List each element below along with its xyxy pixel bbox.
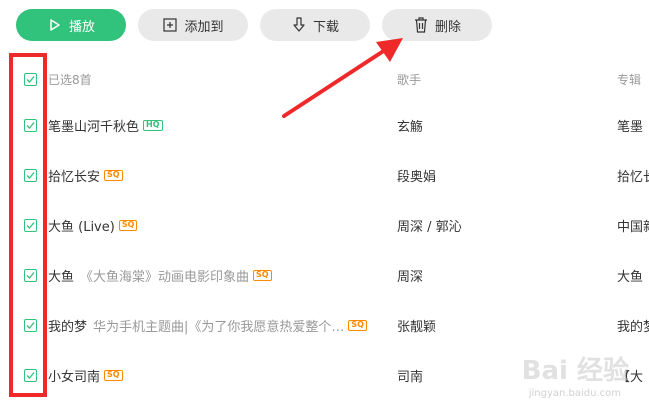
song-title-cell: 大鱼 (Live) SQ xyxy=(48,200,378,250)
toolbar: 播放 添加到 下载 删除 xyxy=(0,0,649,50)
delete-button[interactable]: 删除 xyxy=(382,9,492,41)
play-icon xyxy=(47,17,63,33)
song-title[interactable]: 小女司南 xyxy=(48,366,100,385)
plus-square-icon xyxy=(162,17,178,33)
quality-badge: HQ xyxy=(143,119,163,131)
album[interactable]: 笔墨 xyxy=(617,100,649,150)
table-row[interactable]: 大鱼 《大鱼海棠》动画电影印象曲 SQ 周深 大鱼 xyxy=(0,250,649,300)
song-subtitle: 《大鱼海棠》动画电影印象曲 xyxy=(80,269,250,285)
table-row[interactable]: 大鱼 (Live)SQ 周深 / 郭沁中国新 xyxy=(0,200,649,250)
album[interactable]: 大鱼 xyxy=(617,250,649,300)
singer[interactable]: 张靓颖 xyxy=(397,300,597,350)
singer[interactable]: 玄觞 xyxy=(397,100,597,150)
album[interactable]: 中国新 xyxy=(617,200,649,250)
song-title-cell: 拾忆长安 SQ xyxy=(48,150,378,200)
album[interactable]: 拾忆长 xyxy=(617,150,649,200)
annotation-box xyxy=(9,53,47,397)
album-column-header: 专辑 xyxy=(617,72,642,87)
table-row[interactable]: 拾忆长安 SQ 段奥娟拾忆长 xyxy=(0,150,649,200)
song-title[interactable]: 拾忆长安 xyxy=(48,166,100,185)
song-title[interactable]: 我的梦 xyxy=(48,316,87,335)
song-title-cell: 笔墨山河千秋色 HQ xyxy=(48,100,378,150)
song-subtitle: 华为手机主题曲|《为了你我愿意热爱整个… xyxy=(93,319,345,335)
song-title[interactable]: 大鱼 xyxy=(48,266,74,285)
watermark-url: jingyan.baidu.com xyxy=(528,388,621,399)
add-to-label: 添加到 xyxy=(184,19,224,35)
add-to-button[interactable]: 添加到 xyxy=(138,9,248,41)
download-icon xyxy=(291,17,307,33)
download-label: 下载 xyxy=(312,19,339,35)
list-header: 已选8首 歌手 专辑 xyxy=(0,63,649,95)
table-row[interactable]: 笔墨山河千秋色 HQ 玄觞 笔墨 xyxy=(0,100,649,150)
song-title-cell: 大鱼 《大鱼海棠》动画电影印象曲 SQ xyxy=(48,250,378,300)
table-row[interactable]: 我的梦华为手机主题曲|《为了你我愿意热爱整个…SQ张靓颖我的梦 xyxy=(0,300,649,350)
quality-badge: SQ xyxy=(118,219,138,231)
quality-badge: SQ xyxy=(253,269,272,281)
watermark-logo: Bai 经验 xyxy=(521,356,629,386)
song-title[interactable]: 大鱼 (Live) xyxy=(48,216,115,235)
play-label: 播放 xyxy=(68,19,95,35)
selected-count: 已选8首 xyxy=(48,72,92,87)
trash-icon xyxy=(413,17,429,33)
singer[interactable]: 周深 xyxy=(397,250,597,300)
play-button[interactable]: 播放 xyxy=(16,9,126,41)
song-title-cell: 小女司南 SQ xyxy=(48,350,378,400)
delete-label: 删除 xyxy=(434,19,461,35)
song-title-cell: 我的梦 华为手机主题曲|《为了你我愿意热爱整个… SQ xyxy=(48,300,378,350)
singer[interactable]: 段奥娟 xyxy=(397,150,597,200)
quality-badge: SQ xyxy=(348,319,367,331)
album[interactable]: 我的梦 xyxy=(617,300,649,350)
song-title[interactable]: 笔墨山河千秋色 xyxy=(48,116,139,135)
quality-badge: SQ xyxy=(104,369,123,381)
quality-badge: SQ xyxy=(104,169,123,181)
singer-column-header: 歌手 xyxy=(397,72,422,87)
singer[interactable]: 周深 / 郭沁 xyxy=(397,200,597,250)
download-button[interactable]: 下载 xyxy=(260,9,370,41)
